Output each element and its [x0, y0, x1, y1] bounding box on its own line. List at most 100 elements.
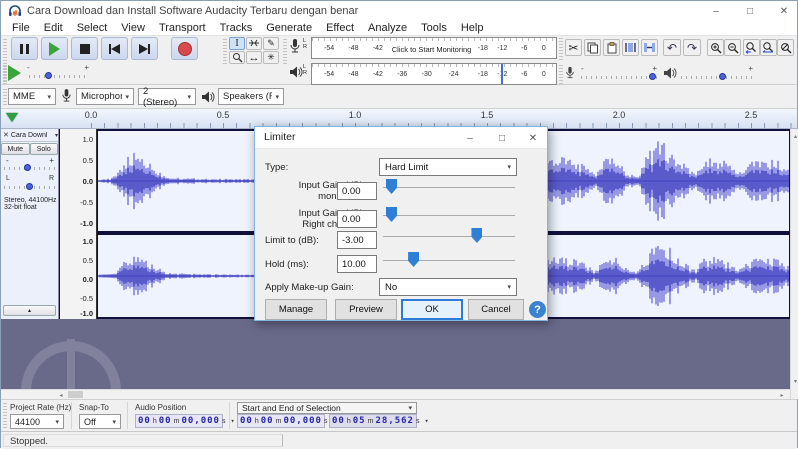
- play-at-speed-grip[interactable]: [3, 64, 7, 84]
- type-select[interactable]: Hard Limit▾: [379, 158, 517, 176]
- skip-to-end-button[interactable]: [131, 37, 158, 60]
- play-at-speed-button[interactable]: [8, 63, 24, 83]
- horizontal-scrollbar[interactable]: ◂ ▸: [1, 389, 790, 399]
- makeup-gain-select[interactable]: No▾: [379, 278, 517, 296]
- selection-toolbar-grip[interactable]: [3, 403, 7, 428]
- recording-volume-thumb[interactable]: [649, 73, 656, 80]
- audio-host-select[interactable]: MME▾: [8, 88, 56, 105]
- scroll-up-icon[interactable]: ▴: [791, 130, 798, 142]
- recording-volume-slider[interactable]: - +: [579, 65, 659, 83]
- undo-button[interactable]: ↶: [663, 39, 681, 56]
- speed-slider-thumb[interactable]: [45, 72, 52, 79]
- manage-button[interactable]: Manage: [265, 299, 327, 320]
- timeline-pin-icon[interactable]: [6, 113, 18, 122]
- maximize-button[interactable]: □: [733, 1, 767, 21]
- copy-button[interactable]: [584, 39, 601, 56]
- stop-button[interactable]: [71, 37, 98, 60]
- menu-generate[interactable]: Generate: [259, 22, 319, 34]
- audio-position-field[interactable]: 00h 00m 00,000s ▾: [135, 414, 223, 428]
- scroll-right-icon[interactable]: ▸: [777, 391, 787, 399]
- track-title[interactable]: Cara Downl: [11, 132, 55, 139]
- scroll-down-icon[interactable]: ▾: [791, 375, 798, 387]
- selection-mode-select[interactable]: Start and End of Selection▾: [237, 402, 417, 414]
- play-button[interactable]: [41, 37, 68, 60]
- mixer-toolbar-grip[interactable]: [559, 64, 563, 84]
- skip-to-start-button[interactable]: [101, 37, 128, 60]
- redo-button[interactable]: ↷: [683, 39, 701, 56]
- hscroll-thumb[interactable]: [68, 391, 83, 398]
- pan-thumb[interactable]: [26, 183, 33, 190]
- title-bar[interactable]: Cara Download dan Install Software Audac…: [1, 1, 797, 21]
- menu-file[interactable]: File: [5, 22, 37, 34]
- recording-meter[interactable]: -54 -48 -42 Click to Start Monitoring -1…: [311, 37, 557, 59]
- silence-audio-button[interactable]: [641, 39, 658, 56]
- selection-end-field[interactable]: 00h 05m 28,562s ▾: [329, 414, 417, 428]
- trim-audio-button[interactable]: [622, 39, 639, 56]
- playback-volume-thumb[interactable]: [719, 73, 726, 80]
- dialog-minimize-button[interactable]: –: [455, 127, 485, 149]
- cancel-button[interactable]: Cancel: [468, 299, 524, 320]
- zoom-in-button[interactable]: [707, 39, 724, 56]
- zoom-toggle-button[interactable]: [777, 39, 794, 56]
- limit-slider[interactable]: [383, 227, 515, 245]
- vertical-scrollbar[interactable]: ▴ ▾: [790, 129, 798, 399]
- draw-tool-button[interactable]: ✎: [263, 37, 279, 50]
- track-pan-slider[interactable]: L R: [4, 177, 56, 191]
- recording-meter-grip[interactable]: [283, 38, 287, 64]
- edit-toolbar-grip[interactable]: [559, 38, 563, 60]
- menu-view[interactable]: View: [114, 22, 152, 34]
- gain-left-slider[interactable]: [383, 178, 515, 196]
- zoom-tool-button[interactable]: [229, 51, 245, 64]
- record-button[interactable]: [171, 37, 198, 60]
- gain-right-thumb[interactable]: [386, 207, 397, 222]
- pause-button[interactable]: [11, 37, 38, 60]
- tools-toolbar-grip[interactable]: [223, 38, 227, 64]
- menu-transport[interactable]: Transport: [152, 22, 213, 34]
- menu-analyze[interactable]: Analyze: [361, 22, 414, 34]
- menu-tools[interactable]: Tools: [414, 22, 454, 34]
- fit-selection-button[interactable]: [743, 39, 760, 56]
- gain-thumb[interactable]: [24, 164, 31, 171]
- help-button[interactable]: ?: [529, 301, 546, 318]
- zoom-out-button[interactable]: [724, 39, 741, 56]
- dialog-maximize-button[interactable]: □: [487, 127, 517, 149]
- menu-edit[interactable]: Edit: [37, 22, 70, 34]
- mute-button[interactable]: Mute: [1, 143, 30, 155]
- gain-right-input[interactable]: 0.00: [337, 210, 377, 228]
- track-gain-slider[interactable]: - +: [4, 159, 56, 173]
- selection-start-field[interactable]: 00h 00m 00,000s ▾: [237, 414, 325, 428]
- hold-thumb[interactable]: [408, 252, 419, 267]
- paste-button[interactable]: [603, 39, 620, 56]
- project-rate-select[interactable]: 44100▾: [10, 414, 64, 429]
- menu-effect[interactable]: Effect: [319, 22, 361, 34]
- gain-left-input[interactable]: 0.00: [337, 182, 377, 200]
- track-close-button[interactable]: ✕: [1, 131, 11, 139]
- preview-button[interactable]: Preview: [335, 299, 397, 320]
- multi-tool-button[interactable]: ✳: [263, 51, 279, 64]
- device-toolbar-grip[interactable]: [3, 87, 7, 105]
- input-channels-select[interactable]: 2 (Stereo)▾: [138, 88, 196, 105]
- track-menu-caret-icon[interactable]: ▾: [55, 132, 58, 139]
- input-device-select[interactable]: Microphone (R▾: [76, 88, 134, 105]
- solo-button[interactable]: Solo: [30, 143, 59, 155]
- track-collapse-button[interactable]: ▴: [3, 305, 56, 316]
- cut-button[interactable]: ✂: [565, 39, 582, 56]
- menu-tracks[interactable]: Tracks: [213, 22, 260, 34]
- dialog-close-button[interactable]: ✕: [519, 127, 547, 149]
- envelope-tool-button[interactable]: [246, 37, 262, 50]
- scroll-left-icon[interactable]: ◂: [56, 391, 66, 399]
- gain-left-thumb[interactable]: [386, 179, 397, 194]
- minimize-button[interactable]: –: [699, 1, 733, 21]
- menu-select[interactable]: Select: [70, 22, 115, 34]
- limiter-dialog-titlebar[interactable]: Limiter – □ ✕: [255, 127, 547, 149]
- fit-project-button[interactable]: [760, 39, 777, 56]
- limit-input[interactable]: -3.00: [337, 231, 377, 249]
- output-device-select[interactable]: Speakers (Real▾: [218, 88, 284, 105]
- menu-help[interactable]: Help: [454, 22, 491, 34]
- close-button[interactable]: ✕: [767, 1, 798, 21]
- hold-slider[interactable]: [383, 251, 515, 269]
- limit-thumb[interactable]: [471, 228, 482, 243]
- playback-meter[interactable]: -54 -48 -42 -36 -30 -24 -18 -12 -6 0: [311, 63, 557, 85]
- gain-right-slider[interactable]: [383, 206, 515, 224]
- snap-to-select[interactable]: Off▾: [79, 414, 121, 429]
